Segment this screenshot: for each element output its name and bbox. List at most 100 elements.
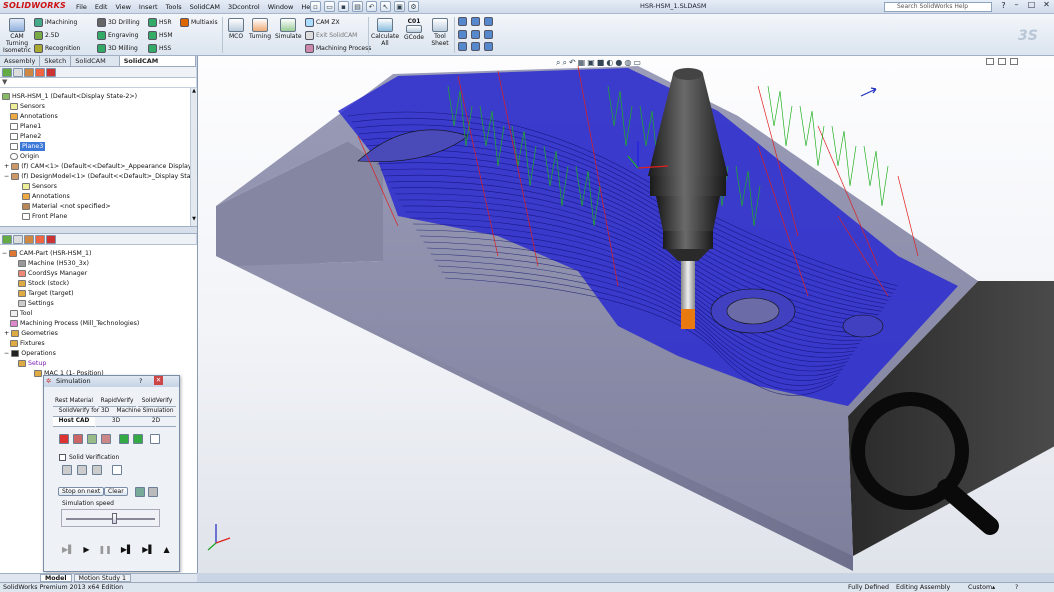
tab-model[interactable]: Model [40,574,72,582]
units-dropdown-icon[interactable]: ▴ [992,584,995,592]
rebuild-icon[interactable]: ▣ [394,1,405,12]
undo-icon[interactable]: ↶ [366,1,377,12]
search-help-input[interactable]: Search SolidWorks Help [884,2,992,12]
exit-solidcam-button[interactable]: Exit SolidCAM [305,31,357,40]
tree-scrollbar[interactable]: ▲ ▼ [190,88,197,226]
open-icon[interactable]: ▭ [324,1,335,12]
options-icon[interactable]: ⚙ [408,1,419,12]
tree-item[interactable]: Fixtures [10,339,45,348]
scene-icon[interactable]: ◍ [624,58,631,68]
view-icon[interactable] [471,29,480,39]
hsr-button[interactable]: HSR [148,18,172,27]
tree-item[interactable]: + (f) CAM<1> (Default<<Default>_Appearanc… [4,162,190,171]
menu-edit[interactable]: Edit [91,2,112,12]
tool-display-icon[interactable] [119,434,129,444]
new-icon[interactable]: ▫ [310,1,321,12]
view-icon[interactable] [484,42,493,52]
imachining-button[interactable]: iMachining [34,18,77,27]
edit-appearance-icon[interactable]: ● [615,58,622,68]
tree-item[interactable]: Material <not specified> [22,202,111,211]
tree-filter[interactable]: ▼ [0,78,196,88]
display-style-icon[interactable]: ■ [597,58,605,68]
view-orientation-icon[interactable]: ▣ [587,58,595,68]
gcode-button[interactable]: C01 GCode [402,18,426,41]
tool-display-icon[interactable] [133,434,143,444]
dimxpert-icon[interactable] [35,235,45,244]
tree-item[interactable]: Origin [10,152,39,161]
help-status-icon[interactable]: ? [1015,584,1018,592]
mco-button[interactable]: MCO [226,18,246,40]
feature-tree-icon[interactable] [2,235,12,244]
eject-icon[interactable]: ▲ [164,545,170,554]
config-manager-icon[interactable] [24,235,34,244]
hsm-button[interactable]: HSM [148,31,173,40]
simulation-speed-slider[interactable] [112,513,118,524]
tab-sketch[interactable]: Sketch [40,56,72,66]
tab-assembly[interactable]: Assembly [0,56,41,66]
collapse-icon[interactable]: − [4,172,9,181]
section-view-icon[interactable]: ▦ [578,58,586,68]
play-icon[interactable]: ▶ [83,545,89,554]
config-manager-icon[interactable] [24,68,34,77]
engraving-button[interactable]: Engraving [97,31,138,40]
viewport-maximize-icon[interactable] [998,58,1006,65]
property-manager-icon[interactable] [13,235,23,244]
previous-view-icon[interactable]: ↶ [569,58,576,68]
tree-item[interactable]: − Operations [4,349,56,358]
menu-file[interactable]: File [72,2,91,12]
tab-2d[interactable]: 2D [136,417,176,427]
cam-turning-isometric-button[interactable]: CAM Turning Isometric [2,18,32,54]
tree-item[interactable]: CoordSys Manager [18,269,87,278]
menu-view[interactable]: View [111,2,134,12]
multiaxis-button[interactable]: Multiaxis [180,18,218,27]
solidcam-tree-icon[interactable] [46,68,56,77]
tree-item[interactable]: − CAM-Part (HSR-HSM_1) [2,249,91,258]
simulate-button[interactable]: Simulate [275,18,302,40]
turning-button[interactable]: Turning [248,18,272,40]
tree-item[interactable]: Settings [18,299,54,308]
view-icon[interactable] [458,17,467,26]
recognition-button[interactable]: Recognition [34,44,80,53]
tab-3d[interactable]: 3D [96,417,136,427]
tab-solidverify[interactable]: SolidVerify [138,397,176,407]
solid-verification-checkbox[interactable]: Solid Verification [59,454,119,461]
step-icon[interactable]: ▶▌ [121,545,133,554]
collapse-icon[interactable]: − [2,249,7,258]
tree-item[interactable]: Target (target) [18,289,74,298]
help-icon[interactable]: ? [997,1,1010,12]
expand-icon[interactable]: + [4,162,9,171]
tab-motion-study[interactable]: Motion Study 1 [73,574,132,582]
tree-item[interactable]: − (f) DesignModel<1> (Default<<Default>_D… [4,172,190,181]
grid-icon[interactable] [150,434,160,444]
clear-button[interactable]: Clear [104,487,128,496]
tree-item[interactable]: Plane1 [10,122,41,131]
calculate-all-button[interactable]: Calculate All [371,18,399,47]
tab-solidverify-3d[interactable]: SolidVerify for 3D [53,407,115,417]
tree-item[interactable]: Annotations [10,112,58,121]
tree-item[interactable]: Machining Process (Mill_Technologies) [10,319,139,328]
minimize-icon[interactable]: – [1010,0,1023,11]
zoom-to-fit-icon[interactable]: ⌕ [556,58,560,68]
simulation-title-bar[interactable]: ✲ Simulation ? ✕ [44,376,179,387]
tree-item-selected[interactable]: Plane3 [10,142,46,151]
3d-drilling-button[interactable]: 3D Drilling [97,18,140,27]
collapse-icon[interactable]: − [4,349,9,358]
units-dropdown[interactable]: Custom [968,584,992,592]
help-icon[interactable]: ? [139,376,142,387]
close-icon[interactable]: ✕ [154,376,163,385]
tree-item[interactable]: Plane2 [10,132,41,141]
tab-solidcam-operations[interactable]: SolidCAM Operations [119,56,196,75]
view-icon[interactable] [458,42,467,52]
tree-item[interactable]: Setup [18,359,46,368]
display-mode-icon[interactable] [87,434,97,444]
tree-item[interactable]: Stock (stock) [18,279,69,288]
cam-zx-button[interactable]: CAM ZX [305,18,340,27]
tree-item[interactable]: + Geometries [4,329,58,338]
viewport-close-icon[interactable] [1010,58,1018,65]
viewport-restore-icon[interactable] [986,58,994,65]
tree-item[interactable]: Sensors [22,182,57,191]
close-icon[interactable]: ✕ [1040,0,1053,11]
print-icon[interactable]: ▤ [352,1,363,12]
option-icon[interactable] [112,465,122,475]
2-5d-button[interactable]: 2.5D [34,31,59,40]
